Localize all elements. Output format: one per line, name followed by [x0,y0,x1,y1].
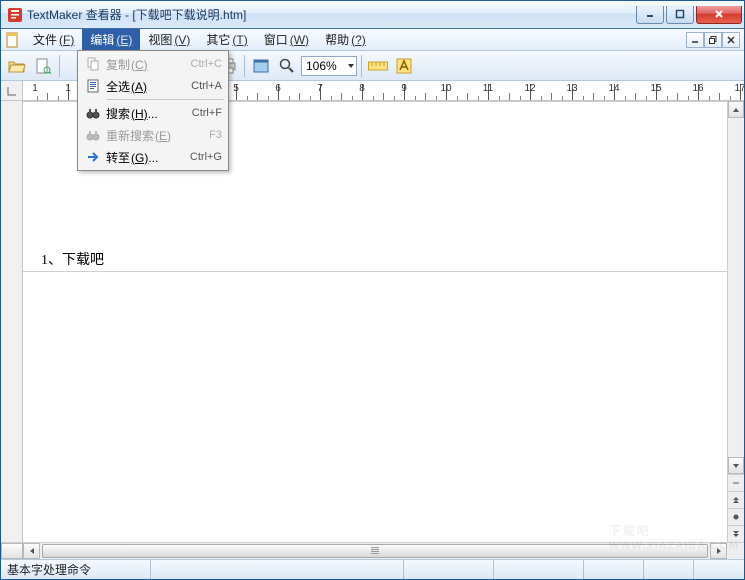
titlebar: TextMaker 查看器 - [下载吧下载说明.htm] [1,1,744,29]
menu-separator [106,99,224,100]
maximize-button[interactable] [666,6,694,24]
zoom-combo[interactable]: 106% [301,56,357,76]
mdi-controls [686,29,744,50]
scroll-right-button[interactable] [710,543,727,559]
scroll-down-button[interactable] [728,457,744,474]
document-icon [5,32,21,48]
menu-view[interactable]: 视图(V) [140,29,198,50]
zoom-value: 106% [306,59,348,73]
ruler-corner [1,81,23,100]
zoom-button[interactable] [275,54,299,78]
scroll-left-button[interactable] [23,543,40,559]
hscroll-track[interactable] [40,543,710,559]
app-icon [7,7,23,23]
page-up-button[interactable] [728,491,744,508]
window-controls [636,6,742,24]
edit-menu-dropdown: 复制(C) Ctrl+C 全选(A) Ctrl+A 搜索(H)... Ctrl+… [77,50,229,171]
window-title: TextMaker 查看器 - [下载吧下载说明.htm] [27,6,636,23]
status-cell [584,560,644,579]
copy-icon [84,57,102,71]
document-text-line: 1、下载吧 [41,249,104,269]
app-window: TextMaker 查看器 - [下载吧下载说明.htm] 文件(F) 编辑(E… [0,0,745,580]
arrow-right-icon [84,150,102,164]
menu-window[interactable]: 窗口(W) [256,29,317,50]
close-button[interactable] [696,6,742,24]
status-cmd: 基本字处理命令 [1,560,151,579]
formatting-button[interactable] [392,54,416,78]
fullscreen-button[interactable] [249,54,273,78]
status-cell [151,560,404,579]
grip-icon [371,547,379,555]
menu-item-goto[interactable]: 转至(G)... Ctrl+G [80,146,226,168]
minimize-button[interactable] [636,6,664,24]
open-button[interactable] [5,54,29,78]
mdi-minimize-button[interactable] [686,32,704,48]
page-separator [23,271,727,272]
toolbar-separator [361,55,362,77]
vertical-ruler[interactable] [1,101,23,542]
status-cell [694,560,744,579]
menu-item-copy: 复制(C) Ctrl+C [80,53,226,75]
chevron-down-icon [348,64,354,68]
menu-file[interactable]: 文件(F) [25,29,82,50]
ruler-toggle-button[interactable] [366,54,390,78]
page-down-button[interactable] [728,525,744,542]
scroll-up-button[interactable] [728,101,744,118]
statusbar: 基本字处理命令 [1,559,744,579]
mdi-close-button[interactable] [722,32,740,48]
menubar: 文件(F) 编辑(E) 视图(V) 其它(T) 窗口(W) 帮助(?) [1,29,744,51]
toolbar-separator [59,55,60,77]
binoculars-icon [84,128,102,142]
mdi-restore-button[interactable] [704,32,722,48]
browse-object-button[interactable] [728,508,744,525]
menu-item-search[interactable]: 搜索(H)... Ctrl+F [80,102,226,124]
binoculars-icon [84,106,102,120]
hscroll-thumb[interactable] [42,544,708,558]
menu-edit[interactable]: 编辑(E) [82,29,140,50]
status-cell [644,560,694,579]
scroll-corner [727,543,744,559]
status-cell [404,560,494,579]
properties-button[interactable] [31,54,55,78]
hscroll-spacer [1,543,23,559]
scroll-line-up-button[interactable] [728,474,744,491]
menu-item-select-all[interactable]: 全选(A) Ctrl+A [80,75,226,97]
toolbar-separator [244,55,245,77]
status-cell [494,560,584,579]
select-all-icon [84,79,102,93]
menu-other[interactable]: 其它(T) [198,29,255,50]
horizontal-scrollbar[interactable] [1,542,744,559]
vertical-scrollbar[interactable] [727,101,744,542]
menu-item-research: 重新搜索(E) F3 [80,124,226,146]
vscroll-track[interactable] [728,118,744,457]
menu-help[interactable]: 帮助(?) [317,29,374,50]
